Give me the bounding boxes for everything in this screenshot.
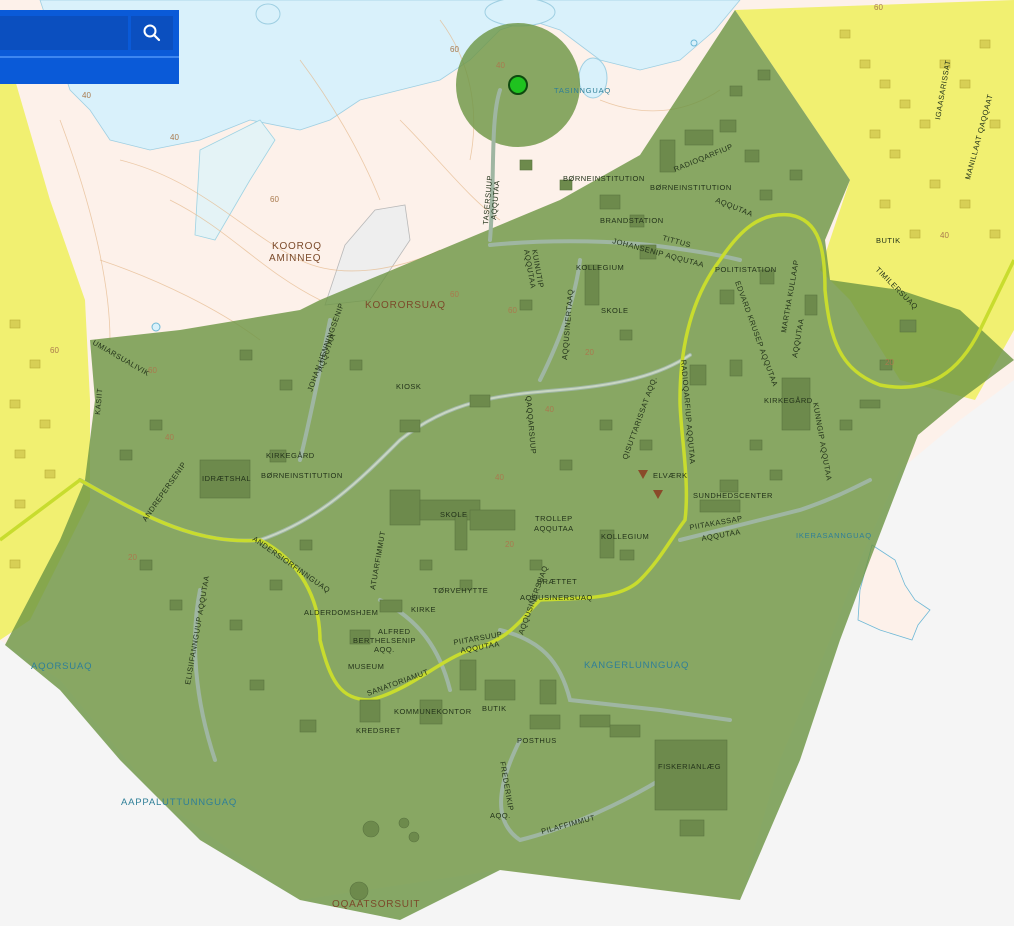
building-label: BØRNEINSTITUTION — [650, 183, 732, 192]
pond — [484, 0, 556, 27]
building-label: SKOLE — [440, 510, 468, 519]
building-label: KREDSRET — [356, 726, 401, 735]
street-label: BERTHELSENIP — [353, 636, 416, 645]
building-label: POLITISTATION — [715, 265, 777, 274]
building-label: KIOSK — [396, 382, 421, 391]
pond — [151, 322, 161, 332]
contour-label: 60 — [450, 45, 459, 54]
place-label: AQORSUAQ — [31, 661, 92, 672]
contour-label: 40 — [940, 231, 949, 240]
map-canvas[interactable]: KOOROQ AMINNEQ KOORORSUAQ TASINNGUAQ AQO… — [0, 0, 1014, 926]
contour-label: 60 — [508, 306, 517, 315]
street-label: AQQUTAA — [534, 524, 574, 533]
street-label: AQQ. — [374, 645, 395, 654]
place-label: KOORORSUAQ — [365, 300, 446, 311]
place-label: AAPPALUTTUNNGUAQ — [121, 797, 237, 808]
contour-label: 60 — [50, 346, 59, 355]
place-label: TASINNGUAQ — [554, 86, 611, 95]
pond — [690, 39, 698, 47]
contour-label: 60 — [874, 3, 883, 12]
street-label: ALFRED — [378, 627, 411, 636]
place-label: AMINNEQ — [269, 253, 321, 264]
building-label: KIRKE — [411, 605, 436, 614]
search-icon — [143, 24, 161, 42]
building-label: IDRÆTSHAL — [202, 474, 251, 483]
search-button[interactable] — [131, 16, 173, 50]
building-label: BUTIK — [876, 236, 901, 245]
place-label: KANGERLUNNGUAQ — [584, 660, 689, 671]
search-panel — [0, 10, 179, 84]
building-label: KOLLEGIUM — [576, 263, 624, 272]
contour-label: 20 — [585, 348, 594, 357]
place-label: OQAATSORSUIT — [332, 899, 420, 910]
contour-label: 20 — [128, 553, 137, 562]
building-label: BRANDSTATION — [600, 216, 664, 225]
building-label: FISKERIANLÆG — [658, 762, 721, 771]
pond — [255, 3, 281, 25]
building-label: TØRVEHYTTE — [433, 586, 488, 595]
building-label: KOMMUNEKONTOR — [394, 707, 472, 716]
place-label: IKERASANNGUAQ — [796, 531, 872, 540]
building-label: MUSEUM — [348, 662, 384, 671]
street-label: TROLLEP — [535, 514, 573, 523]
search-input[interactable] — [0, 16, 128, 50]
building-label: BØRNEINSTITUTION — [563, 174, 645, 183]
contour-label: 60 — [450, 290, 459, 299]
search-divider — [0, 56, 179, 58]
building-label: POSTHUS — [517, 736, 557, 745]
building-label: BØRNEINSTITUTION — [261, 471, 343, 480]
building-label: BUTIK — [482, 704, 507, 713]
place-label: KOOROQ — [272, 241, 322, 252]
contour-label: 40 — [165, 433, 174, 442]
building-label: SUNDHEDSCENTER — [693, 491, 773, 500]
building-label: KOLLEGIUM — [601, 532, 649, 541]
building-label: KIRKEGÅRD — [266, 451, 315, 460]
contour-label: 40 — [545, 405, 554, 414]
contour-label: 20 — [505, 540, 514, 549]
building-label: SKOLE — [601, 306, 629, 315]
contour-label: 60 — [270, 195, 279, 204]
location-dot-icon[interactable] — [508, 75, 528, 95]
building-label: ALDERDOMSHJEM — [304, 608, 378, 617]
contour-label: 40 — [170, 133, 179, 142]
building-label: ELVÆRK — [653, 471, 688, 480]
contour-label: 40 — [495, 473, 504, 482]
building-label: KIRKEGÅRD — [764, 396, 813, 405]
street-label: AQQ. — [490, 811, 511, 820]
contour-label: 60 — [148, 366, 157, 375]
contour-label: 40 — [82, 91, 91, 100]
contour-label: 40 — [496, 61, 505, 70]
contour-label: 20 — [885, 358, 894, 367]
